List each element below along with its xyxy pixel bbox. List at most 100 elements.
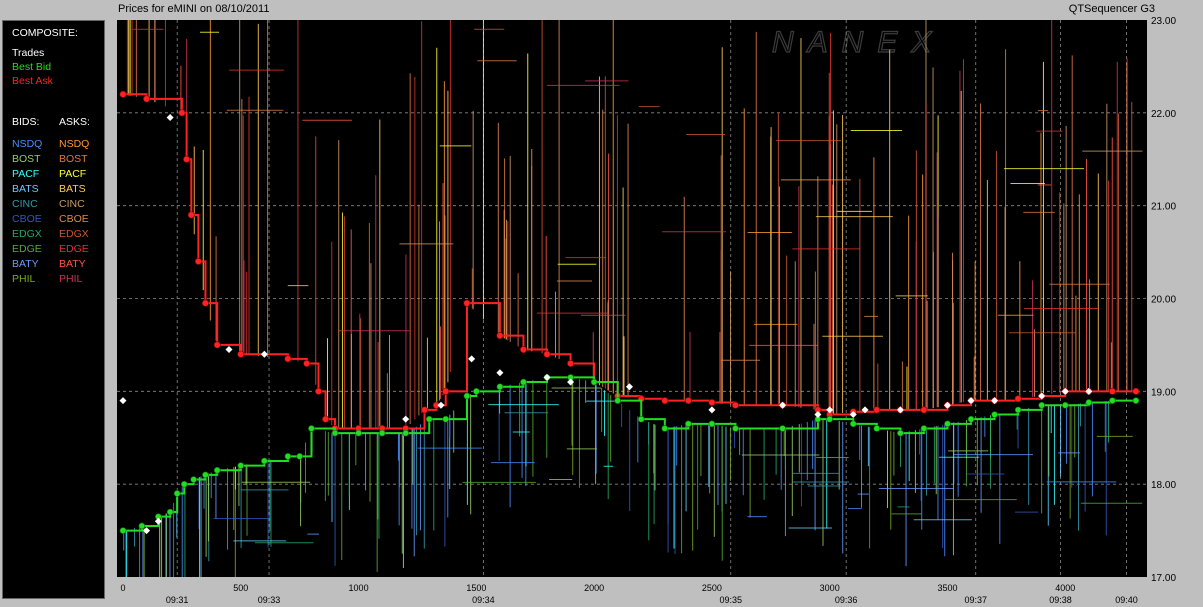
best-bid-marker xyxy=(779,425,786,432)
best-bid-marker xyxy=(873,425,881,432)
x-tick-label: 3500 xyxy=(937,583,957,593)
best-bid-marker xyxy=(1014,406,1022,414)
best-bid-marker xyxy=(284,453,292,460)
best-bid-marker xyxy=(308,425,315,432)
best-ask-marker xyxy=(183,155,191,163)
x-tick-label: 0 xyxy=(120,583,125,593)
y-tick-label: 17.00 xyxy=(1151,573,1176,584)
time-tick-label: 09:33 xyxy=(258,595,281,605)
plot-area xyxy=(117,20,1147,577)
nanex-watermark: NANEX xyxy=(772,26,945,59)
best-bid-marker xyxy=(1132,397,1140,404)
best-bid-marker xyxy=(331,429,339,437)
best-bid-marker xyxy=(897,429,904,437)
best-bid-marker xyxy=(138,522,146,530)
best-ask-marker xyxy=(284,355,292,363)
best-ask-marker xyxy=(496,332,504,340)
best-bid-marker xyxy=(590,378,598,386)
time-tick-label: 09:40 xyxy=(1115,595,1138,605)
y-tick-label: 18.00 xyxy=(1151,480,1176,491)
x-tick-label: 1000 xyxy=(349,583,369,593)
best-ask-marker xyxy=(519,346,527,354)
time-tick-label: 09:36 xyxy=(835,595,858,605)
y-tick-label: 23.00 xyxy=(1151,16,1176,27)
best-bid-marker xyxy=(944,420,951,428)
best-ask-marker xyxy=(731,401,739,409)
time-tick-label: 09:35 xyxy=(719,595,742,605)
time-axis-ticks: 09:31 09:33 09:34 09:35 09:36 09:37 09:38 09:40 xyxy=(166,595,1138,605)
best-ask-marker xyxy=(303,359,311,367)
best-bid-marker xyxy=(202,471,209,479)
best-bid-marker xyxy=(849,420,857,428)
time-tick-label: 09:31 xyxy=(166,595,189,605)
x-tick-label: 3000 xyxy=(820,583,840,593)
best-bid-marker xyxy=(1109,397,1116,404)
x-tick-label: 4000 xyxy=(1055,583,1075,593)
best-bid-marker xyxy=(614,397,621,404)
best-ask-marker xyxy=(194,257,202,265)
best-bid-marker xyxy=(237,462,245,469)
time-tick-label: 09:37 xyxy=(964,595,987,605)
y-tick-label: 19.00 xyxy=(1151,387,1176,398)
price-chart: NANEX 17.00 18.00 19.00 20.00 21.00 22.00 23.0… xyxy=(117,16,1176,605)
best-ask-marker xyxy=(920,406,928,414)
time-tick-label: 09:34 xyxy=(472,595,495,605)
best-bid-marker xyxy=(119,527,127,534)
best-ask-marker xyxy=(684,397,692,405)
best-bid-marker xyxy=(463,392,471,400)
x-tick-label: 1500 xyxy=(466,583,486,593)
best-bid-marker xyxy=(708,420,716,428)
best-ask-marker xyxy=(567,359,575,367)
x-tick-label: 2000 xyxy=(584,583,604,593)
best-bid-marker xyxy=(520,378,527,386)
x-tick-label: 2500 xyxy=(702,583,722,593)
best-bid-marker xyxy=(991,411,998,418)
best-bid-marker xyxy=(190,476,197,483)
best-bid-marker xyxy=(378,429,386,437)
best-bid-marker xyxy=(685,420,692,428)
best-bid-marker xyxy=(261,457,268,465)
best-ask-marker xyxy=(322,415,330,423)
y-axis-ticks: 17.00 18.00 19.00 20.00 21.00 22.00 23.00 xyxy=(1151,16,1176,584)
time-tick-label: 09:38 xyxy=(1049,595,1072,605)
best-bid-marker xyxy=(1061,401,1069,409)
best-bid-marker xyxy=(826,415,833,423)
best-ask-marker xyxy=(1014,395,1022,403)
best-ask-marker xyxy=(237,350,245,358)
best-ask-marker xyxy=(442,387,450,395)
best-ask-marker xyxy=(873,406,881,414)
best-bid-marker xyxy=(732,425,739,432)
best-bid-marker xyxy=(355,429,362,437)
best-bid-marker xyxy=(967,415,975,423)
best-ask-marker xyxy=(119,90,127,98)
best-bid-marker xyxy=(1038,401,1046,409)
best-bid-marker xyxy=(442,415,450,423)
best-ask-marker xyxy=(661,397,669,405)
best-bid-marker xyxy=(1085,399,1093,406)
y-tick-label: 22.00 xyxy=(1151,109,1176,120)
best-bid-marker xyxy=(473,388,480,395)
best-bid-marker xyxy=(496,383,504,390)
best-bid-marker xyxy=(173,490,181,497)
x-axis-ticks: 0 500 1000 1500 2000 2500 3000 3500 4000 xyxy=(120,583,1075,593)
y-tick-label: 21.00 xyxy=(1151,202,1176,213)
x-tick-label: 500 xyxy=(233,583,248,593)
best-bid-marker xyxy=(180,480,188,488)
best-ask-marker xyxy=(143,95,151,103)
best-ask-marker xyxy=(178,109,186,117)
best-bid-marker xyxy=(296,453,303,460)
best-bid-marker xyxy=(637,415,645,423)
best-ask-marker xyxy=(543,350,551,358)
best-bid-marker xyxy=(425,415,433,423)
best-ask-marker xyxy=(1108,387,1116,395)
best-ask-marker xyxy=(187,211,195,219)
best-ask-marker xyxy=(213,341,221,349)
best-ask-marker xyxy=(315,387,323,395)
best-bid-marker xyxy=(402,429,409,437)
y-tick-label: 20.00 xyxy=(1151,295,1176,306)
best-bid-marker xyxy=(213,466,221,474)
best-bid-marker xyxy=(661,425,669,432)
best-ask-marker xyxy=(463,299,471,307)
best-bid-marker xyxy=(166,508,174,516)
best-ask-marker xyxy=(1132,387,1140,395)
